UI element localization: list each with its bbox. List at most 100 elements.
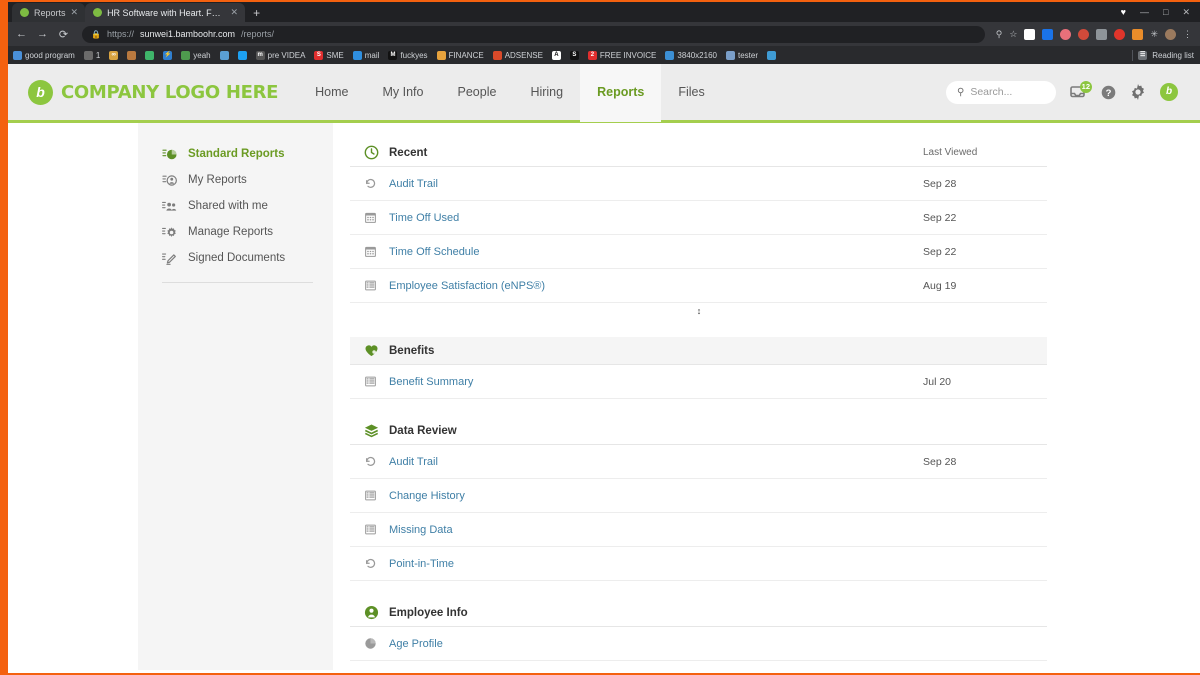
close-window-icon[interactable]: ✕ — [1182, 7, 1190, 18]
back-icon[interactable]: ← — [14, 28, 29, 40]
bookmark-label: tester — [737, 50, 758, 60]
bookmark-item[interactable]: FINANCE — [436, 50, 484, 60]
bookmark-item[interactable]: mail — [352, 50, 379, 60]
bookmark-item[interactable]: m pre VIDEA — [255, 50, 306, 60]
bookmark-item[interactable]: Mfuckyes — [388, 50, 428, 60]
report-link[interactable]: Age Profile — [389, 638, 923, 650]
report-row[interactable]: Point-in-Time — [350, 547, 1047, 581]
search-placeholder: Search... — [970, 86, 1013, 98]
menu-icon[interactable]: ⋮ — [1183, 29, 1192, 40]
user-avatar[interactable]: b — [1160, 83, 1178, 101]
reading-list-label[interactable]: Reading list — [1152, 51, 1194, 60]
report-link[interactable]: Employee Satisfaction (eNPS®) — [389, 280, 923, 292]
report-link[interactable]: Audit Trail — [389, 456, 923, 468]
browser-tab[interactable]: Reports ✕ — [12, 3, 86, 22]
search-icon: ⚲ — [957, 86, 965, 98]
section-header[interactable]: Recent Last Viewed — [350, 139, 1047, 167]
bookmark-item[interactable] — [237, 50, 247, 60]
sidebar-item-signed-documents[interactable]: Signed Documents — [138, 245, 333, 271]
report-link[interactable]: Benefit Summary — [389, 376, 923, 388]
report-row[interactable]: Age Profile — [350, 627, 1047, 661]
section-header[interactable]: Data Review — [350, 417, 1047, 445]
maximize-icon[interactable]: □ — [1163, 7, 1168, 17]
report-link[interactable]: Change History — [389, 490, 923, 502]
close-icon[interactable]: ✕ — [71, 7, 79, 18]
nav-item-files[interactable]: Files — [661, 64, 721, 122]
capture-extension-icon[interactable] — [1096, 28, 1108, 40]
collapse-toggle[interactable]: ↕ — [350, 303, 1047, 319]
reload-icon[interactable]: ⟳ — [56, 28, 71, 41]
favicon — [93, 8, 103, 17]
sidebar-item-my-reports[interactable]: My Reports — [138, 167, 333, 193]
nav-item-hiring[interactable]: Hiring — [513, 64, 580, 122]
nav-item-people[interactable]: People — [441, 64, 514, 122]
bookmark-item[interactable]: good program — [13, 50, 75, 60]
url-path: /reports/ — [241, 29, 275, 39]
bookmark-item[interactable]: yeah — [181, 50, 211, 60]
video-extension-icon[interactable] — [1024, 28, 1036, 40]
profile-avatar[interactable] — [1165, 28, 1176, 40]
help-icon[interactable]: ? — [1101, 85, 1116, 100]
bookmark-item[interactable] — [145, 50, 155, 60]
report-link[interactable]: Audit Trail — [389, 178, 923, 190]
bookmark-item[interactable]: tester — [725, 50, 758, 60]
bookmark-item[interactable]: S — [569, 50, 579, 60]
bookmark-item[interactable]: ADSENSE — [492, 50, 543, 60]
report-row[interactable]: Benefit Summary Jul 20 — [350, 365, 1047, 399]
bookmark-item[interactable] — [219, 50, 229, 60]
bookmark-item[interactable]: ∞ — [109, 50, 119, 60]
sidebar-item-manage-reports[interactable]: Manage Reports — [138, 219, 333, 245]
report-link[interactable]: Point-in-Time — [389, 558, 923, 570]
report-row[interactable]: Audit Trail Sep 28 — [350, 445, 1047, 479]
bookmark-item[interactable]: 1 — [83, 50, 100, 60]
report-row[interactable]: Time Off Schedule Sep 22 — [350, 235, 1047, 269]
calendar-icon — [364, 245, 378, 259]
heart-extension-icon[interactable] — [1060, 28, 1072, 40]
report-link[interactable]: Time Off Used — [389, 212, 923, 224]
report-row[interactable]: Employee Satisfaction (eNPS®) Aug 19 — [350, 269, 1047, 303]
report-row[interactable]: Missing Data — [350, 513, 1047, 547]
company-logo[interactable]: b COMPANY LOGO HERE — [8, 79, 278, 105]
heart-icon[interactable]: ♥ — [1121, 7, 1126, 17]
section-header[interactable]: Benefits — [350, 337, 1047, 365]
nav-item-home[interactable]: Home — [298, 64, 365, 122]
gear-icon[interactable] — [1130, 84, 1146, 100]
nav-item-reports[interactable]: Reports — [580, 64, 662, 122]
recorder-extension-icon[interactable] — [1078, 28, 1090, 40]
section-header[interactable]: Employee Info — [350, 599, 1047, 627]
fox-extension-icon[interactable] — [1132, 28, 1144, 40]
report-link[interactable]: Missing Data — [389, 524, 923, 536]
zoom-icon[interactable]: ⚲ — [996, 29, 1003, 40]
report-link[interactable]: Time Off Schedule — [389, 246, 923, 258]
media-extension-icon[interactable] — [1114, 28, 1126, 40]
inbox-icon[interactable]: 12 — [1070, 80, 1092, 100]
shield-extension-icon[interactable] — [1042, 28, 1054, 40]
new-tab-button[interactable]: + — [245, 6, 268, 22]
puzzle-icon[interactable]: ✳ — [1150, 29, 1158, 40]
sidebar-item-shared-with-me[interactable]: Shared with me — [138, 193, 333, 219]
bookmark-item[interactable]: ⚡ — [163, 50, 173, 60]
bookmark-item[interactable] — [127, 50, 137, 60]
report-row[interactable]: Change History — [350, 479, 1047, 513]
address-bar[interactable]: 🔒 https:// sunwei1.bamboohr.com/reports/ — [82, 25, 985, 43]
bookmark-item[interactable]: 3840x2160 — [665, 50, 717, 60]
browser-window: Reports ✕ HR Software with Heart. Focus … — [8, 2, 1200, 673]
minimize-icon[interactable]: — — [1140, 7, 1149, 17]
bookmark-item[interactable]: A — [551, 50, 561, 60]
nav-item-my-info[interactable]: My Info — [366, 64, 441, 122]
search-input[interactable]: ⚲ Search... — [946, 80, 1056, 104]
forward-icon[interactable]: → — [35, 28, 50, 40]
close-icon[interactable]: ✕ — [231, 7, 239, 18]
screen: Reports ✕ HR Software with Heart. Focus … — [0, 0, 1200, 675]
bookmark-label: pre VIDEA — [267, 50, 306, 60]
bookmark-item[interactable]: 2 FREE INVOICE — [587, 50, 656, 60]
star-icon[interactable]: ☆ — [1009, 29, 1017, 40]
sidebar-item-standard-reports[interactable]: Standard Reports — [138, 141, 333, 167]
browser-tab[interactable]: HR Software with Heart. Focus o ✕ — [85, 3, 246, 22]
report-row[interactable]: Time Off Used Sep 22 — [350, 201, 1047, 235]
inbox-badge: 12 — [1079, 80, 1092, 93]
report-row[interactable]: Audit Trail Sep 28 — [350, 167, 1047, 201]
bookmark-item[interactable]: S SME — [314, 50, 344, 60]
bookmark-item[interactable] — [766, 50, 776, 60]
url-scheme: https:// — [106, 29, 134, 39]
